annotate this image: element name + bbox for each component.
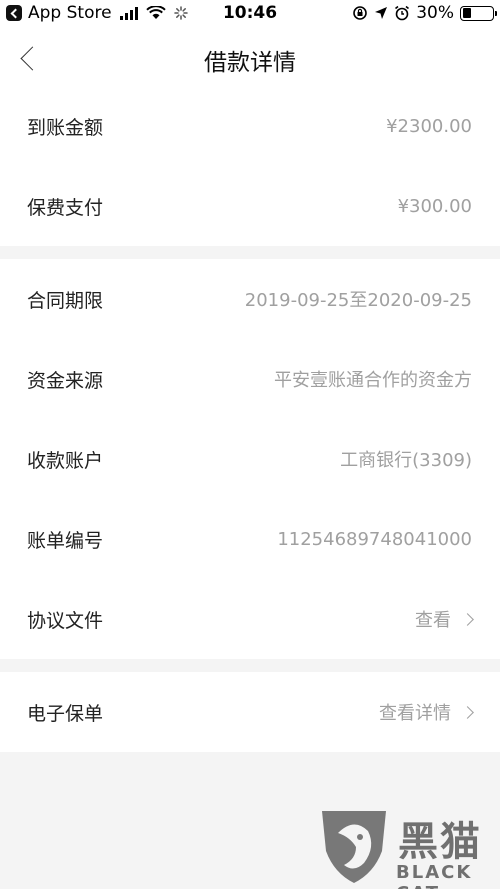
page-title: 借款详情 [204, 50, 296, 76]
alarm-icon [395, 5, 410, 21]
view-agreement-link[interactable]: 查看 [415, 606, 474, 632]
battery-icon [460, 5, 497, 21]
row-label: 账单编号 [27, 529, 104, 552]
status-bar: App Store 10:46 30% [0, 0, 500, 30]
view-details-text[interactable]: 查看详情 [379, 699, 451, 725]
contract-section: 合同期限 2019-09-25至2020-09-25 资金来源 平安壹账通合作的… [0, 259, 500, 659]
black-cat-logo-icon [322, 811, 386, 883]
battery-level [462, 8, 472, 18]
rotation-lock-icon [353, 6, 368, 20]
row-contract-term: 合同期限 2019-09-25至2020-09-25 [0, 259, 500, 339]
row-value: ¥2300.00 [386, 115, 472, 137]
row-label: 收款账户 [27, 449, 104, 472]
watermark-main-text: 黑猫 [398, 819, 482, 865]
row-label: 电子保单 [27, 702, 104, 725]
row-receiving-account: 收款账户 工商银行(3309) [0, 419, 500, 499]
row-agreement-files[interactable]: 协议文件 查看 [0, 579, 500, 659]
row-label: 协议文件 [27, 609, 104, 632]
black-cat-watermark: 黑猫 BLACK CAT [316, 807, 496, 889]
chevron-right-icon [461, 705, 474, 719]
row-value: 2019-09-25至2020-09-25 [244, 290, 472, 311]
row-label: 合同期限 [27, 289, 104, 312]
row-value: 平安壹账通合作的资金方 [274, 370, 472, 391]
amount-section: 到账金额 ¥2300.00 保费支付 ¥300.00 [0, 86, 500, 246]
row-electronic-policy[interactable]: 电子保单 查看详情 [0, 672, 500, 752]
policy-section: 电子保单 查看详情 [0, 672, 500, 752]
view-link-text[interactable]: 查看 [415, 606, 451, 632]
battery-percent: 30% [416, 3, 454, 23]
row-funding-source: 资金来源 平安壹账通合作的资金方 [0, 339, 500, 419]
row-value: 工商银行(3309) [340, 450, 472, 471]
status-right: 30% [352, 3, 497, 23]
row-value: 11254689748041000 [277, 528, 472, 550]
row-bill-number: 账单编号 11254689748041000 [0, 499, 500, 579]
row-label: 资金来源 [27, 369, 104, 392]
row-premium-payment: 保费支付 ¥300.00 [0, 166, 500, 246]
nav-bar: 借款详情 [0, 30, 500, 86]
location-icon [375, 7, 388, 19]
row-label: 到账金额 [27, 116, 104, 139]
row-label: 保费支付 [27, 196, 104, 219]
section-divider [0, 246, 500, 259]
view-details-link[interactable]: 查看详情 [379, 699, 474, 725]
watermark-sub-text: BLACK CAT [396, 862, 473, 889]
row-received-amount: 到账金额 ¥2300.00 [0, 86, 500, 166]
chevron-right-icon [461, 612, 474, 626]
row-value: ¥300.00 [397, 195, 472, 217]
section-divider [0, 659, 500, 672]
